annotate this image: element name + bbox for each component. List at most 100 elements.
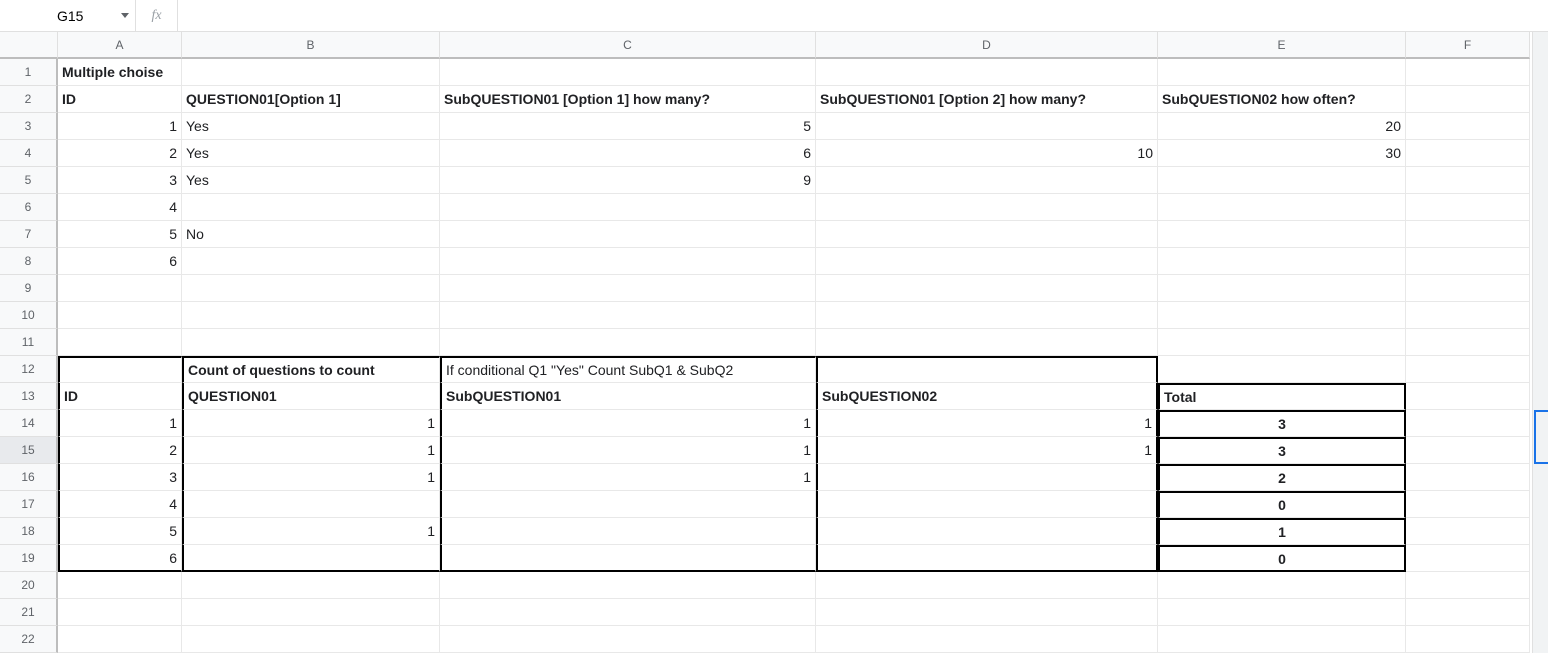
cell[interactable]: SubQUESTION02 — [816, 383, 1158, 410]
cell[interactable] — [440, 518, 816, 545]
row-header[interactable]: 12 — [0, 356, 58, 383]
cell[interactable] — [1406, 329, 1530, 356]
cell[interactable]: 1 — [182, 464, 440, 491]
cell[interactable]: 3 — [58, 167, 182, 194]
cell[interactable] — [816, 626, 1158, 653]
cell[interactable] — [440, 599, 816, 626]
cell[interactable] — [440, 221, 816, 248]
cell[interactable] — [440, 626, 816, 653]
cell[interactable] — [816, 599, 1158, 626]
cell[interactable] — [816, 356, 1158, 383]
row-header[interactable]: 13 — [0, 383, 58, 410]
cell[interactable] — [1158, 302, 1406, 329]
cell[interactable] — [1406, 464, 1530, 491]
cell[interactable] — [816, 329, 1158, 356]
cell[interactable]: ID — [58, 383, 182, 410]
cell[interactable]: SubQUESTION01 — [440, 383, 816, 410]
cell[interactable]: 1 — [440, 464, 816, 491]
cell[interactable] — [816, 113, 1158, 140]
cell[interactable]: Multiple choise — [58, 59, 182, 86]
cell[interactable] — [182, 491, 440, 518]
cell[interactable] — [58, 329, 182, 356]
cell[interactable]: 1 — [182, 410, 440, 437]
cell[interactable] — [440, 194, 816, 221]
chevron-down-icon[interactable] — [121, 13, 129, 18]
row-header[interactable]: 4 — [0, 140, 58, 167]
cell[interactable] — [1406, 113, 1530, 140]
cell[interactable]: Total — [1158, 383, 1406, 410]
cell[interactable] — [816, 572, 1158, 599]
cell[interactable] — [182, 248, 440, 275]
cell[interactable]: 10 — [816, 140, 1158, 167]
cell[interactable] — [182, 599, 440, 626]
name-box-wrap[interactable] — [6, 0, 136, 31]
cell[interactable] — [182, 329, 440, 356]
cell[interactable]: 20 — [1158, 113, 1406, 140]
cell[interactable]: 1 — [440, 437, 816, 464]
row-header[interactable]: 3 — [0, 113, 58, 140]
cell[interactable] — [816, 491, 1158, 518]
cell[interactable]: 1 — [816, 410, 1158, 437]
column-header[interactable]: B — [182, 32, 440, 59]
cell[interactable] — [1406, 248, 1530, 275]
cell[interactable] — [1406, 410, 1530, 437]
cell[interactable] — [1158, 248, 1406, 275]
cell[interactable]: No — [182, 221, 440, 248]
cell[interactable] — [1158, 572, 1406, 599]
cell[interactable] — [182, 194, 440, 221]
cell[interactable] — [1406, 518, 1530, 545]
row-header[interactable]: 7 — [0, 221, 58, 248]
cell[interactable]: 6 — [440, 140, 816, 167]
cell[interactable] — [1406, 167, 1530, 194]
cell[interactable] — [1158, 221, 1406, 248]
cell[interactable] — [440, 329, 816, 356]
column-header[interactable]: F — [1406, 32, 1530, 59]
row-header[interactable]: 1 — [0, 59, 58, 86]
cell[interactable] — [816, 59, 1158, 86]
cell[interactable] — [440, 59, 816, 86]
cell[interactable]: 30 — [1158, 140, 1406, 167]
cell[interactable] — [182, 572, 440, 599]
cell[interactable] — [182, 545, 440, 572]
row-header[interactable]: 20 — [0, 572, 58, 599]
cell[interactable]: 5 — [58, 518, 182, 545]
cell[interactable] — [1406, 572, 1530, 599]
cell[interactable]: QUESTION01[Option 1] — [182, 86, 440, 113]
cell[interactable] — [58, 626, 182, 653]
cell[interactable]: Yes — [182, 140, 440, 167]
grid[interactable]: Multiple choise ID QUESTION01[Option 1] Sub… — [58, 59, 1530, 653]
cell[interactable]: 1 — [182, 437, 440, 464]
column-header[interactable]: E — [1158, 32, 1406, 59]
row-header[interactable]: 2 — [0, 86, 58, 113]
cell[interactable] — [1406, 545, 1530, 572]
cell[interactable]: 3 — [58, 464, 182, 491]
cell[interactable]: 0 — [1158, 491, 1406, 518]
cell[interactable] — [58, 275, 182, 302]
cell[interactable]: 4 — [58, 491, 182, 518]
select-all-corner[interactable] — [0, 32, 58, 59]
cell[interactable] — [1406, 275, 1530, 302]
cell[interactable] — [440, 248, 816, 275]
column-header[interactable]: C — [440, 32, 816, 59]
cell[interactable]: Yes — [182, 113, 440, 140]
cell[interactable]: SubQUESTION02 how often? — [1158, 86, 1406, 113]
row-header[interactable]: 19 — [0, 545, 58, 572]
cell[interactable] — [58, 302, 182, 329]
cell[interactable] — [1158, 194, 1406, 221]
cell[interactable]: 2 — [1158, 464, 1406, 491]
cell[interactable] — [1406, 140, 1530, 167]
cell[interactable] — [440, 275, 816, 302]
cell[interactable] — [1406, 491, 1530, 518]
row-header[interactable]: 14 — [0, 410, 58, 437]
cell[interactable]: 4 — [58, 194, 182, 221]
cell[interactable]: 5 — [440, 113, 816, 140]
cell[interactable]: 0 — [1158, 545, 1406, 572]
cell[interactable]: 2 — [58, 437, 182, 464]
cell[interactable]: 6 — [58, 545, 182, 572]
cell[interactable]: Yes — [182, 167, 440, 194]
cell[interactable] — [816, 518, 1158, 545]
cell[interactable] — [1406, 626, 1530, 653]
cell[interactable] — [182, 59, 440, 86]
cell[interactable]: 1 — [816, 437, 1158, 464]
cell[interactable]: 6 — [58, 248, 182, 275]
